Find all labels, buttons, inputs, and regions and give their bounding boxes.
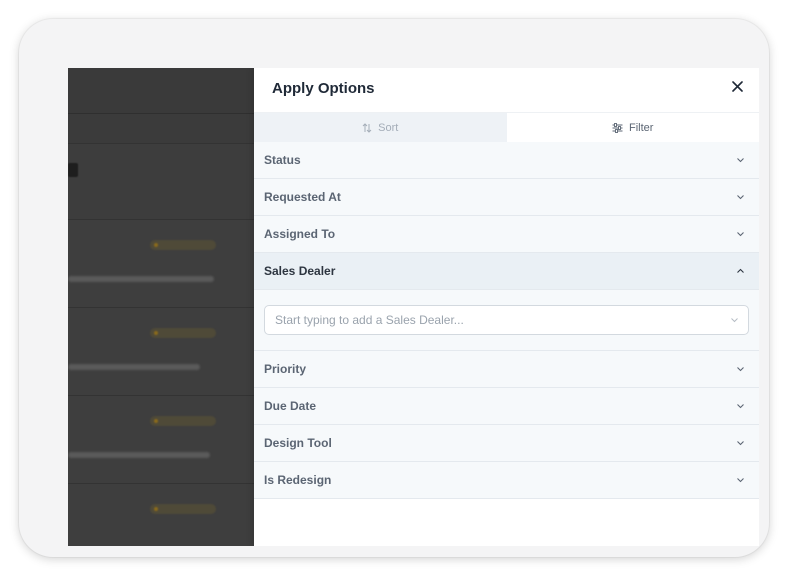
backdrop-list-item xyxy=(68,220,254,308)
backdrop-page-title xyxy=(68,163,78,177)
close-button[interactable] xyxy=(727,76,747,96)
sort-arrows-icon xyxy=(362,122,372,133)
backdrop-top-bar xyxy=(68,68,254,114)
tab-sort[interactable]: Sort xyxy=(254,113,507,142)
backdrop-status-badge xyxy=(150,328,216,338)
backdrop-row-text xyxy=(68,276,214,282)
chevron-down-icon xyxy=(731,318,738,323)
filter-section-is-redesign[interactable]: Is Redesign xyxy=(254,462,759,499)
section-label: Design Tool xyxy=(264,436,332,450)
section-label: Sales Dealer xyxy=(264,264,336,278)
backdrop-list-item xyxy=(68,308,254,396)
filter-section-due-date[interactable]: Due Date xyxy=(254,388,759,425)
section-label: Requested At xyxy=(264,190,341,204)
backdrop-status-badge xyxy=(150,504,216,514)
section-label: Status xyxy=(264,153,301,167)
filter-sections: Status Requested At Assigned To Sales De… xyxy=(254,142,759,499)
sales-dealer-body: Start typing to add a Sales Dealer... xyxy=(254,290,759,351)
tab-sort-label: Sort xyxy=(378,121,399,134)
tab-filter[interactable]: Filter xyxy=(506,113,759,142)
backdrop-sub-bar xyxy=(68,114,254,144)
backdrop-row-text xyxy=(68,452,210,458)
panel-title: Apply Options xyxy=(272,80,375,97)
sliders-icon xyxy=(612,122,623,133)
filter-section-design-tool[interactable]: Design Tool xyxy=(254,425,759,462)
chevron-down-icon xyxy=(737,367,744,372)
backdrop-row-text xyxy=(68,364,200,370)
backdrop-status-badge xyxy=(150,416,216,426)
panel-header: Apply Options xyxy=(254,68,759,113)
close-icon xyxy=(731,80,743,92)
chevron-up-icon xyxy=(737,268,744,273)
filter-section-assigned-to[interactable]: Assigned To xyxy=(254,216,759,253)
filter-section-requested-at[interactable]: Requested At xyxy=(254,179,759,216)
device-frame: Apply Options Sort Filter Status Request… xyxy=(19,19,769,557)
filter-section-sales-dealer[interactable]: Sales Dealer xyxy=(254,253,759,290)
section-label: Due Date xyxy=(264,399,317,413)
apply-options-panel: Apply Options Sort Filter Status Request… xyxy=(254,68,759,546)
backdrop-list-item xyxy=(68,396,254,484)
chevron-down-icon xyxy=(737,478,744,483)
backdrop-status-badge xyxy=(150,240,216,250)
sales-dealer-placeholder: Start typing to add a Sales Dealer... xyxy=(275,313,464,327)
sort-filter-tabs: Sort Filter xyxy=(254,113,759,142)
backdrop-header xyxy=(68,144,254,220)
screen: Apply Options Sort Filter Status Request… xyxy=(68,68,759,546)
section-label: Assigned To xyxy=(264,227,336,241)
tab-filter-label: Filter xyxy=(629,121,654,134)
sales-dealer-select[interactable]: Start typing to add a Sales Dealer... xyxy=(264,305,749,335)
chevron-down-icon xyxy=(737,404,744,409)
chevron-down-icon xyxy=(737,195,744,200)
dimmed-backdrop[interactable] xyxy=(68,68,254,546)
filter-section-priority[interactable]: Priority xyxy=(254,351,759,388)
chevron-down-icon xyxy=(737,232,744,237)
chevron-down-icon xyxy=(737,441,744,446)
chevron-down-icon xyxy=(737,158,744,163)
section-label: Priority xyxy=(264,362,307,376)
filter-section-status[interactable]: Status xyxy=(254,142,759,179)
backdrop-list-item xyxy=(68,484,254,546)
section-label: Is Redesign xyxy=(264,473,332,487)
